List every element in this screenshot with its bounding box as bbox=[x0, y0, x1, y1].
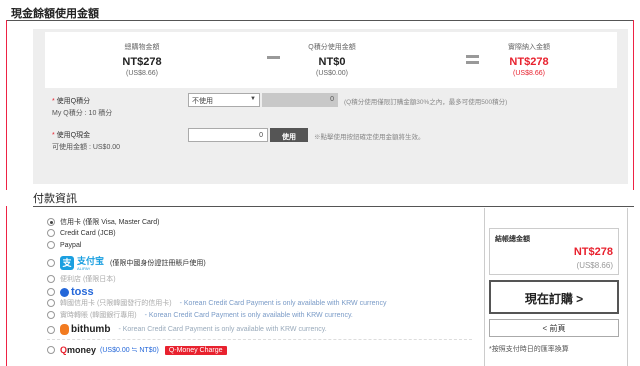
qpoint-amount: Q積分使用金額 NT$0 (US$0.00) bbox=[267, 42, 397, 77]
total-amount: 總購物金額 NT$278 (US$8.66) bbox=[77, 42, 207, 77]
divider bbox=[6, 20, 634, 21]
order-total-value: NT$278 bbox=[573, 246, 613, 258]
payment-option-convenience[interactable]: 便利店 (僅限日本) bbox=[47, 274, 116, 284]
qcash-note: ※點擊使用按鈕確定使用金額將生效。 bbox=[314, 134, 425, 141]
qpoint-amount-value: NT$0 bbox=[318, 56, 346, 68]
divider bbox=[6, 206, 7, 366]
divider bbox=[47, 339, 472, 340]
payment-option-toss[interactable]: toss bbox=[47, 286, 94, 298]
qcash-use-button[interactable]: 使用 bbox=[270, 128, 308, 142]
payment-option-qmoney[interactable]: Qmoney (US$0.00 ≒ NT$0) Q-Money Charge bbox=[47, 345, 227, 355]
payment-option-alipay[interactable]: 支 支付宝 ALIPAY (僅限中國身份證註冊賬戶使用) bbox=[47, 254, 206, 271]
qpoint-balance: My Q積分 : 10 積分 bbox=[52, 110, 113, 117]
radio[interactable] bbox=[47, 241, 55, 249]
order-total-usd: (US$8.66) bbox=[576, 261, 613, 270]
radio[interactable] bbox=[47, 311, 55, 319]
qmoney-logo: Qmoney bbox=[60, 345, 96, 355]
order-now-button[interactable]: 現在訂購 > bbox=[489, 280, 619, 314]
qmoney-logo-q: Q bbox=[60, 345, 68, 355]
alipay-brand: 支付宝 bbox=[77, 256, 105, 266]
qmoney-balance: (US$0.00 ≒ NT$0) bbox=[100, 347, 159, 354]
bithumb-logo: bithumb bbox=[71, 324, 111, 335]
qpoint-amount-usd: (US$0.00) bbox=[316, 70, 348, 77]
payment-section-title: 付款資訊 bbox=[33, 193, 77, 205]
order-total-label: 結帳總金額 bbox=[495, 236, 530, 243]
order-total-box: 結帳總金額 NT$278 (US$8.66) bbox=[489, 228, 619, 275]
amount-summary: 總購物金額 NT$278 (US$8.66) Q積分使用金額 NT$0 (US$… bbox=[45, 32, 617, 88]
payment-option-label: Paypal bbox=[60, 241, 82, 249]
checkout-page: 現金餘額使用金額 總購物金額 NT$278 (US$8.66) Q積分使用金額 … bbox=[0, 0, 640, 366]
radio[interactable] bbox=[47, 325, 55, 334]
divider bbox=[633, 20, 634, 190]
alipay-logo-text: 支付宝 ALIPAY bbox=[77, 254, 104, 271]
radio[interactable] bbox=[47, 258, 55, 267]
radio[interactable] bbox=[47, 346, 55, 354]
payment-option-label: (僅限中國身份證註冊賬戶使用) bbox=[110, 259, 206, 267]
qmoney-logo-rest: money bbox=[67, 345, 97, 355]
payment-option-korea-bank[interactable]: 實時轉賬 (韓國銀行專用) - Korean Credit Card Payme… bbox=[47, 310, 353, 320]
toss-logo: toss bbox=[71, 286, 94, 298]
total-amount-label: 總購物金額 bbox=[124, 44, 160, 51]
radio[interactable] bbox=[47, 275, 55, 283]
qpoint-amount-input[interactable]: 0 bbox=[262, 93, 338, 107]
payment-option-paypal[interactable]: Paypal bbox=[47, 241, 81, 249]
previous-page-button[interactable]: < 前頁 bbox=[489, 319, 619, 337]
qcash-label: * 使用Q現金 bbox=[52, 132, 91, 139]
radio-selected[interactable] bbox=[47, 218, 55, 226]
payment-option-korea-card[interactable]: 韓國信用卡 (只限韓國發行的信用卡) - Korean Credit Card … bbox=[47, 298, 386, 308]
payment-option-label: Credit Card (JCB) bbox=[60, 229, 116, 237]
chevron-down-icon: ▼ bbox=[250, 96, 256, 102]
radio[interactable] bbox=[47, 229, 55, 237]
payment-option-label: 實時轉賬 (韓國銀行專用) bbox=[60, 312, 137, 319]
qcash-amount-input[interactable]: 0 bbox=[188, 128, 268, 142]
divider bbox=[33, 206, 634, 207]
qcash-label-text: 使用Q現金 bbox=[56, 132, 91, 139]
total-amount-usd: (US$8.66) bbox=[126, 70, 158, 77]
alipay-sub: ALIPAY bbox=[77, 266, 91, 271]
qpoint-label-text: 使用Q積分 bbox=[56, 98, 91, 105]
radio[interactable] bbox=[47, 288, 55, 296]
qpoint-amount-label: Q積分使用金額 bbox=[308, 44, 356, 51]
alipay-icon: 支 bbox=[60, 255, 74, 270]
qpoint-label: * 使用Q積分 bbox=[52, 98, 91, 105]
exchange-rate-note: *按照支付時日的匯率換算 bbox=[489, 346, 569, 353]
payable-amount: 實際納入金額 NT$278 (US$8.66) bbox=[464, 42, 594, 77]
payable-amount-value: NT$278 bbox=[509, 56, 549, 68]
qpoint-select-value: 不使用 bbox=[192, 98, 213, 105]
payment-option-label: 韓國信用卡 (只限韓國發行的信用卡) bbox=[60, 300, 172, 307]
payment-option-label: 信用卡 (僅限 Visa, Master Card) bbox=[60, 219, 160, 226]
qmoney-charge-button[interactable]: Q-Money Charge bbox=[164, 345, 227, 355]
payable-amount-label: 實際納入金額 bbox=[508, 44, 550, 51]
divider bbox=[6, 20, 7, 190]
payment-option-credit[interactable]: 信用卡 (僅限 Visa, Master Card) bbox=[47, 217, 159, 227]
payment-option-bithumb[interactable]: bithumb - Korean Credit Card Payment is … bbox=[47, 324, 327, 335]
balance-section-title: 現金餘額使用金額 bbox=[11, 8, 99, 20]
payment-option-label: 便利店 (僅限日本) bbox=[60, 276, 116, 283]
payable-amount-usd: (US$8.66) bbox=[513, 70, 545, 77]
qcash-balance: 可使用金額 : US$0.00 bbox=[52, 144, 121, 151]
bithumb-icon bbox=[60, 324, 69, 335]
total-amount-value: NT$278 bbox=[122, 56, 162, 68]
radio[interactable] bbox=[47, 299, 55, 307]
payment-option-jcb[interactable]: Credit Card (JCB) bbox=[47, 229, 116, 237]
payment-option-note: - Korean Credit Card Payment is only ava… bbox=[179, 299, 387, 307]
payment-option-note: - Korean Credit Card Payment is only ava… bbox=[118, 326, 327, 333]
toss-icon bbox=[60, 287, 69, 297]
qpoint-select[interactable]: 不使用 ▼ bbox=[188, 93, 260, 107]
qpoint-note: (Q積分使用僅限訂購金額30%之內，最多可使用500積分) bbox=[344, 99, 508, 106]
payment-option-note: - Korean Credit Card Payment is only ava… bbox=[144, 311, 353, 319]
